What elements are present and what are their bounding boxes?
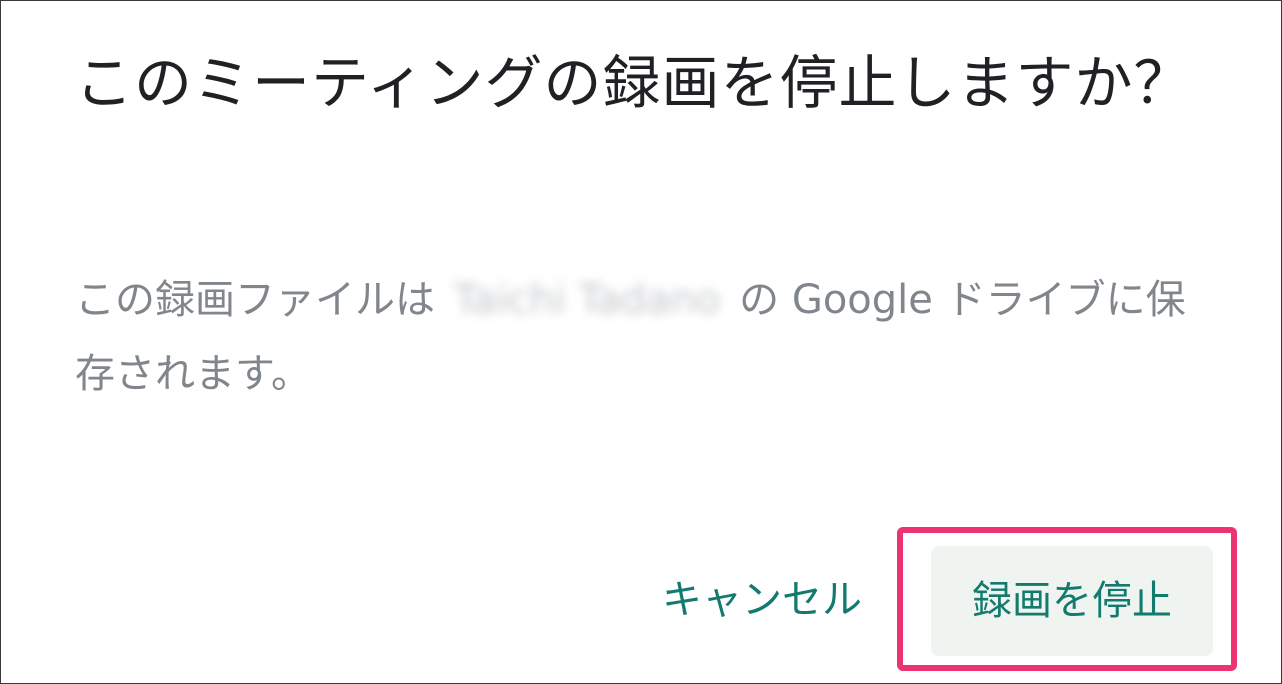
redacted-owner-name: Taichi Tadano: [453, 277, 721, 323]
stop-recording-dialog: このミーティングの録画を停止しますか？ この録画ファイルは Taichi Tad…: [0, 0, 1282, 684]
message-text-before-name: この録画ファイルは: [75, 277, 448, 323]
cancel-button[interactable]: キャンセル: [637, 557, 887, 643]
dialog-message: この録画ファイルは Taichi Tadano の Google ドライブに保存…: [75, 263, 1205, 411]
stop-recording-button[interactable]: 録画を停止: [931, 546, 1213, 656]
dialog-title: このミーティングの録画を停止しますか？: [75, 49, 1193, 117]
